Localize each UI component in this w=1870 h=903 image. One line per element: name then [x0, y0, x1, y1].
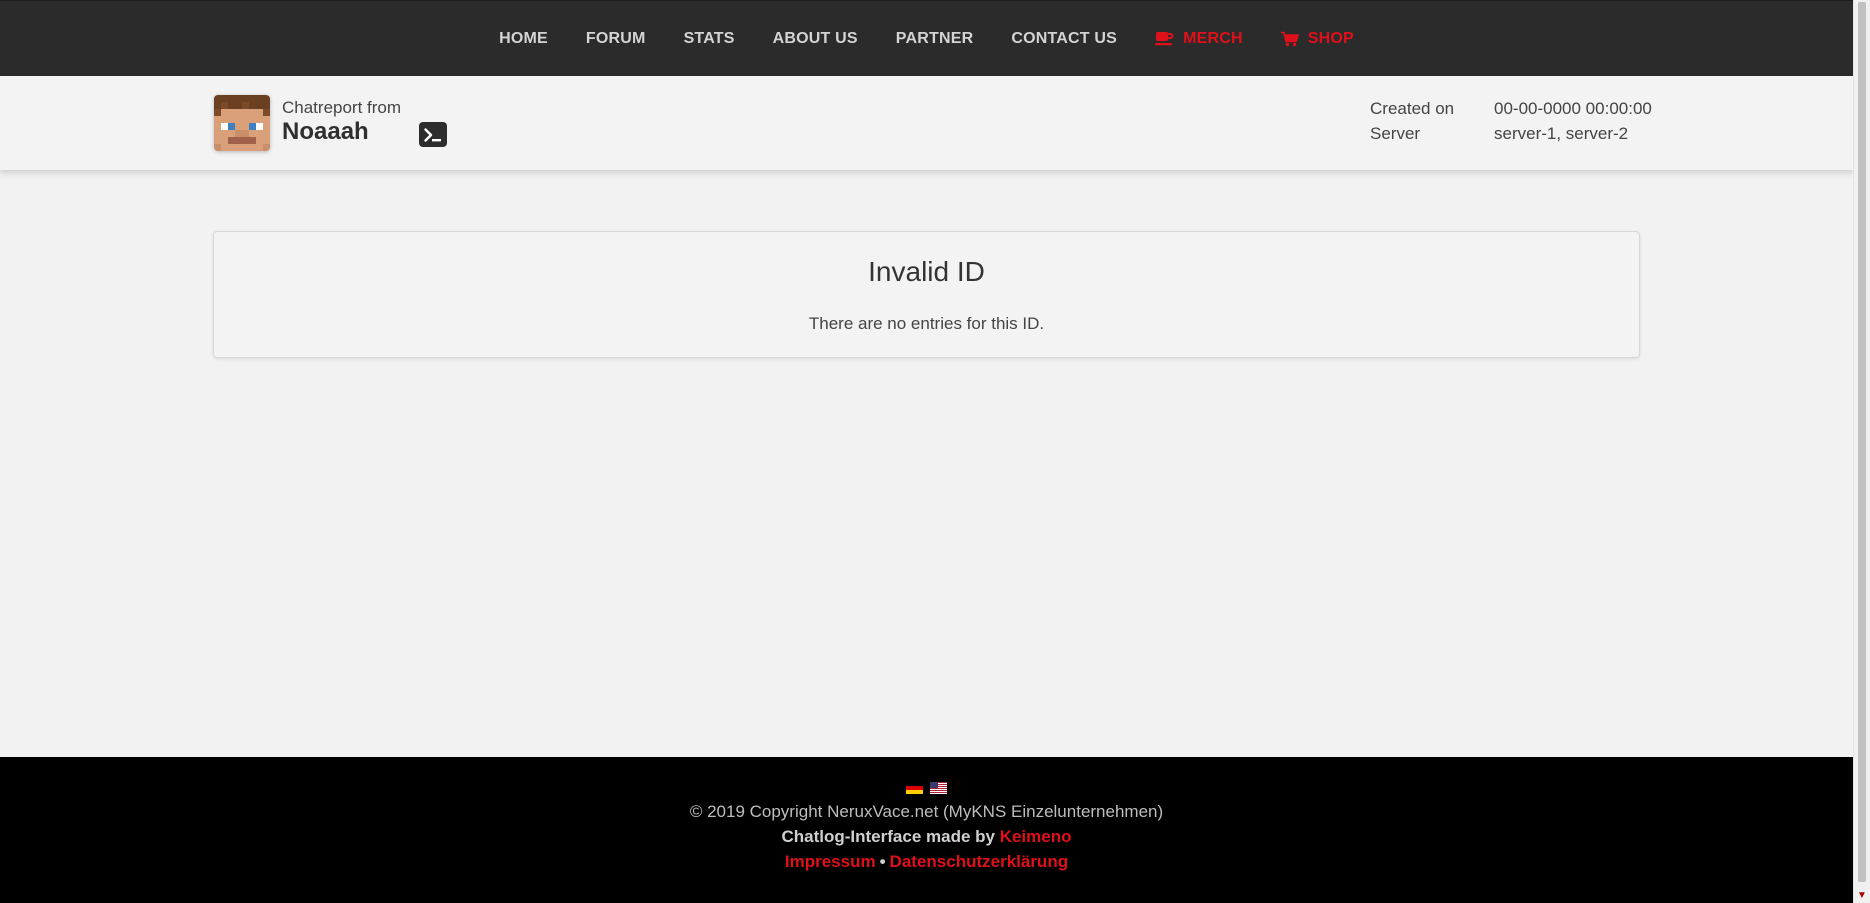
- made-by-prefix: Chatlog-Interface made by: [781, 827, 1000, 846]
- nav-shop[interactable]: SHOP: [1280, 29, 1354, 48]
- top-navbar: HOME FORUM STATS ABOUT US PARTNER CONTAC…: [0, 0, 1853, 76]
- nav-about-us[interactable]: ABOUT US: [773, 30, 858, 48]
- chatreport-from-label: Chatreport from: [282, 98, 402, 117]
- chatreport-header: Chatreport from Noaaah Created on 00-00-…: [0, 76, 1853, 170]
- nav-stats[interactable]: STATS: [684, 30, 735, 48]
- nav-menu: HOME FORUM STATS ABOUT US PARTNER CONTAC…: [0, 1, 1853, 76]
- nav-shop-label: SHOP: [1307, 29, 1354, 47]
- card-message: There are no entries for this ID.: [808, 314, 1045, 333]
- scrollbar-thumb[interactable]: [1858, 2, 1866, 882]
- page: HOME FORUM STATS ABOUT US PARTNER CONTAC…: [0, 0, 1870, 903]
- terminal-icon: [423, 127, 443, 143]
- coffee-cup-icon: [1155, 31, 1174, 46]
- keimeno-link[interactable]: Keimeno: [1000, 827, 1072, 846]
- created-on-label: Created on: [1370, 99, 1455, 118]
- copyright-text: © 2019 Copyright NeruxVace.net (MyKNS Ei…: [689, 802, 1164, 821]
- nav-merch-label: MERCH: [1183, 29, 1243, 47]
- nav-forum[interactable]: FORUM: [586, 30, 646, 48]
- player-avatar: [214, 95, 270, 151]
- made-by-line: Chatlog-Interface made by Keimeno: [0, 827, 1853, 847]
- nav-contact-us[interactable]: CONTACT US: [1011, 30, 1117, 48]
- us-flag-icon[interactable]: [930, 781, 947, 794]
- shopping-cart-icon: [1280, 31, 1299, 47]
- created-on-value: 00-00-0000 00:00:00: [1494, 99, 1652, 118]
- page-scrollbar[interactable]: ▼: [1853, 0, 1870, 903]
- nav-home[interactable]: HOME: [499, 30, 548, 48]
- link-separator: •: [879, 852, 886, 871]
- german-flag-icon[interactable]: [906, 781, 923, 794]
- player-name: Noaaah: [282, 118, 369, 145]
- privacy-policy-link[interactable]: Datenschutzerklärung: [890, 852, 1069, 871]
- impressum-link[interactable]: Impressum: [785, 852, 876, 871]
- terminal-button[interactable]: [419, 122, 447, 147]
- footer: © 2019 Copyright NeruxVace.net (MyKNS Ei…: [0, 757, 1853, 903]
- legal-links: Impressum • Datenschutzerklärung: [0, 852, 1853, 872]
- nav-partner[interactable]: PARTNER: [896, 30, 974, 48]
- invalid-id-card: Invalid ID There are no entries for this…: [213, 231, 1640, 358]
- server-label: Server: [1370, 124, 1421, 143]
- language-selector: [0, 781, 1853, 794]
- scroll-down-arrow-icon[interactable]: ▼: [1854, 887, 1870, 903]
- nav-merch[interactable]: MERCH: [1155, 30, 1243, 48]
- card-title: Invalid ID: [868, 256, 985, 287]
- server-value: server-1, server-2: [1494, 124, 1629, 143]
